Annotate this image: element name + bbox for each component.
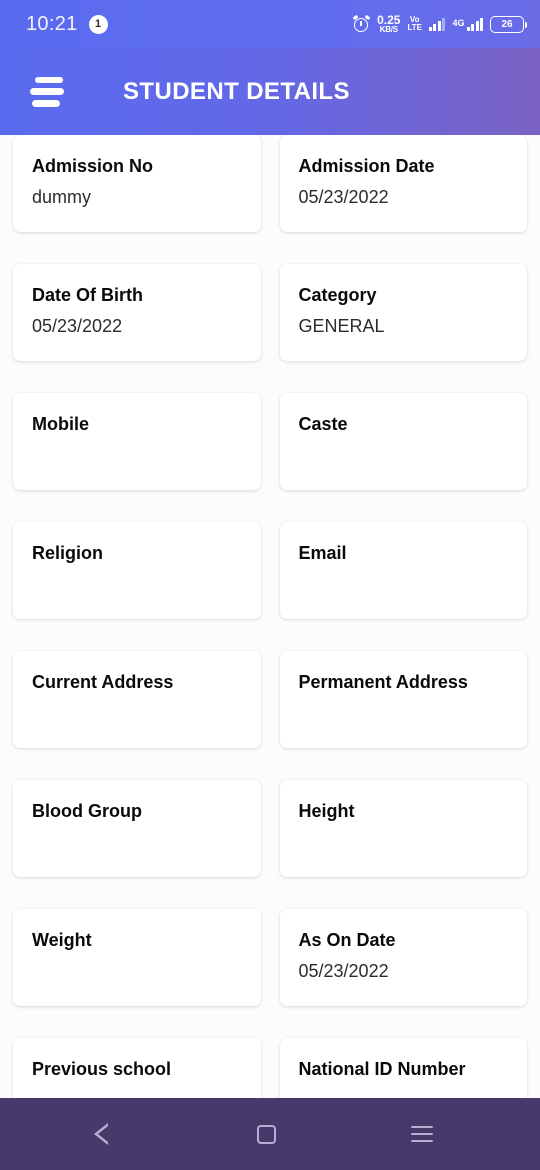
status-bar-clock: 10:21	[26, 12, 78, 35]
detail-value	[32, 565, 242, 566]
detail-label: Weight	[32, 930, 92, 950]
detail-card-previous-school[interactable]: Previous school	[13, 1038, 261, 1098]
detail-value	[32, 952, 242, 953]
detail-value	[32, 436, 242, 437]
detail-card-religion[interactable]: Religion	[13, 522, 261, 619]
detail-row: Date Of Birth 05/23/2022 Category GENERA…	[13, 264, 527, 361]
detail-label: Previous school	[32, 1059, 172, 1079]
detail-value	[32, 823, 242, 824]
hamburger-menu-icon[interactable]	[30, 76, 68, 107]
page-title: STUDENT DETAILS	[123, 77, 350, 105]
detail-card-blood-group[interactable]: Blood Group	[13, 780, 261, 877]
detail-value	[299, 436, 509, 437]
detail-card-height[interactable]: Height	[279, 780, 527, 877]
detail-card-date-of-birth[interactable]: Date Of Birth 05/23/2022	[13, 264, 261, 361]
detail-card-national-id-number[interactable]: National ID Number	[279, 1038, 527, 1098]
detail-label: Admission No	[32, 156, 154, 176]
network-speed-indicator: 0.25 KB/S	[377, 14, 400, 34]
detail-card-current-address[interactable]: Current Address	[13, 651, 261, 748]
signal-bars-sim2-icon	[466, 17, 483, 31]
detail-row: Admission No dummy Admission Date 05/23/…	[13, 135, 527, 232]
detail-card-caste[interactable]: Caste	[279, 393, 527, 490]
detail-value	[32, 694, 242, 695]
detail-card-as-on-date[interactable]: As On Date 05/23/2022	[279, 909, 527, 1006]
network-type-label: 4G	[452, 17, 465, 28]
battery-level-label: 26	[501, 18, 513, 30]
detail-row: Previous school National ID Number	[13, 1038, 527, 1098]
signal-bars-sim1-icon	[428, 17, 446, 31]
recents-menu-icon[interactable]	[410, 1126, 433, 1142]
detail-label: Religion	[32, 543, 103, 563]
detail-row: Current Address Permanent Address	[13, 651, 527, 748]
detail-value	[299, 694, 509, 695]
status-bar-left: 10:21 1	[26, 13, 353, 36]
detail-label: Email	[298, 543, 347, 563]
mobile-data-indicator: 4G	[452, 17, 483, 31]
status-bar: 10:21 1 0.25 KB/S Vo LTE 4G 26	[0, 0, 540, 48]
home-square-icon[interactable]	[256, 1124, 276, 1144]
detail-card-category[interactable]: Category GENERAL	[279, 264, 527, 361]
detail-row: Weight As On Date 05/23/2022	[13, 909, 527, 1006]
detail-card-weight[interactable]: Weight	[13, 909, 261, 1006]
detail-card-admission-no[interactable]: Admission No dummy	[13, 135, 261, 232]
detail-label: Category	[298, 285, 377, 305]
detail-value	[299, 823, 509, 824]
detail-value: 05/23/2022	[298, 960, 389, 981]
app-bar: STUDENT DETAILS	[0, 48, 540, 135]
volte-label-bottom: LTE	[407, 23, 422, 32]
detail-label: Admission Date	[298, 156, 435, 176]
android-navigation-bar	[0, 1098, 540, 1170]
detail-row: Mobile Caste	[13, 393, 527, 490]
detail-value: GENERAL	[298, 315, 385, 336]
student-details-list[interactable]: Admission No dummy Admission Date 05/23/…	[0, 135, 540, 1098]
detail-label: Date Of Birth	[32, 285, 144, 305]
network-speed-unit: KB/S	[379, 25, 399, 34]
notification-count-badge: 1	[88, 14, 108, 34]
detail-row: Religion Email	[13, 522, 527, 619]
detail-label: As On Date	[298, 930, 396, 950]
detail-value	[299, 1081, 509, 1082]
detail-card-permanent-address[interactable]: Permanent Address	[279, 651, 527, 748]
detail-card-mobile[interactable]: Mobile	[13, 393, 261, 490]
detail-row: Blood Group Height	[13, 780, 527, 877]
detail-label: Blood Group	[32, 801, 142, 821]
detail-card-admission-date[interactable]: Admission Date 05/23/2022	[279, 135, 527, 232]
status-bar-right: 0.25 KB/S Vo LTE 4G 26	[352, 14, 527, 34]
detail-label: Caste	[298, 414, 348, 434]
detail-label: Height	[298, 801, 355, 821]
detail-value: dummy	[32, 186, 92, 207]
detail-label: Permanent Address	[298, 672, 468, 692]
alarm-clock-icon	[352, 14, 371, 33]
volte-icon: Vo LTE	[407, 16, 422, 32]
detail-value: 05/23/2022	[298, 186, 389, 207]
detail-value: 05/23/2022	[32, 315, 123, 336]
detail-label: Current Address	[32, 672, 174, 692]
back-triangle-icon[interactable]	[94, 1123, 122, 1145]
battery-icon: 26	[490, 15, 527, 33]
detail-label: National ID Number	[298, 1059, 466, 1079]
detail-label: Mobile	[32, 414, 89, 434]
detail-value	[299, 565, 509, 566]
detail-card-email[interactable]: Email	[279, 522, 527, 619]
detail-value	[32, 1081, 242, 1082]
